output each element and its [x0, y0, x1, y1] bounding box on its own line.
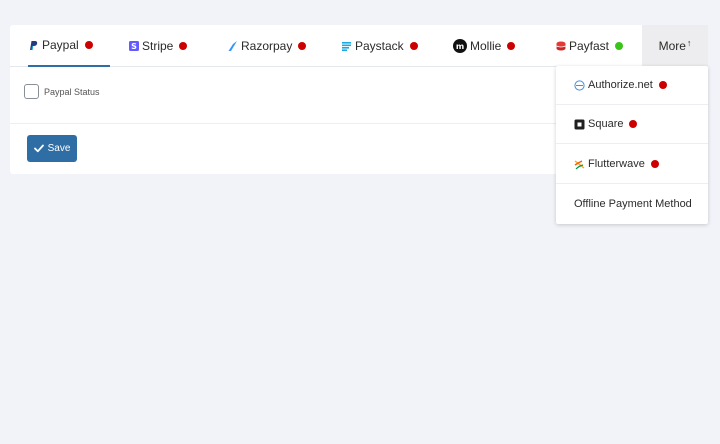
payfast-icon [555, 41, 566, 52]
menu-item-flutterwave[interactable]: Flutterwave [556, 145, 708, 184]
status-dot [629, 120, 638, 128]
status-dot [507, 42, 516, 50]
mollie-icon: m [453, 39, 467, 53]
payment-gateway-tabs: Paypal S Stripe Razorpay Paystack m Moll… [10, 25, 708, 67]
menu-item-label: Authorize.net [588, 79, 653, 91]
svg-text:S: S [131, 42, 137, 51]
tab-payfast[interactable]: Payfast [555, 25, 624, 67]
paypal-status-checkbox[interactable] [24, 84, 39, 99]
razorpay-icon [227, 41, 238, 52]
paypal-icon [28, 40, 39, 51]
menu-item-label: Square [588, 118, 624, 130]
flutterwave-icon [574, 159, 585, 170]
status-dot [650, 160, 659, 168]
menu-item-offline-payment[interactable]: Offline Payment Method [556, 184, 708, 223]
tab-label: Paypal [42, 38, 79, 52]
svg-text:m: m [456, 42, 464, 51]
tab-paystack[interactable]: Paystack [341, 25, 418, 67]
tab-label: Paystack [355, 39, 404, 53]
paystack-icon [341, 41, 352, 52]
status-dot [615, 42, 624, 50]
save-label: Save [47, 143, 71, 154]
menu-item-square[interactable]: Square [556, 105, 708, 144]
paypal-status-label: Paypal Status [44, 86, 100, 97]
square-icon [574, 119, 585, 130]
menu-item-label: Flutterwave [588, 158, 645, 170]
tab-mollie[interactable]: m Mollie [453, 25, 516, 67]
tab-stripe[interactable]: S Stripe [128, 25, 188, 67]
status-dot [658, 81, 667, 89]
check-icon [33, 144, 44, 153]
more-dropdown-menu: Authorize.net Square Flutterwave Offline… [556, 66, 708, 224]
tab-label: Razorpay [241, 39, 293, 53]
stripe-icon: S [128, 41, 139, 52]
menu-item-authorize-net[interactable]: Authorize.net [556, 66, 708, 105]
menu-item-label: Offline Payment Method [574, 197, 692, 210]
tab-razorpay[interactable]: Razorpay [227, 25, 307, 67]
tab-label: Stripe [142, 39, 174, 53]
status-row: Paypal Status [24, 84, 100, 99]
arrow-up-icon: ↑ [686, 37, 692, 48]
status-dot [179, 42, 188, 50]
save-button[interactable]: Save [27, 135, 77, 162]
status-dot [409, 42, 418, 50]
tab-label: Payfast [569, 39, 610, 53]
tab-label: Mollie [470, 39, 502, 53]
status-dot [298, 42, 307, 50]
authorize-net-icon [574, 79, 585, 91]
status-dot [84, 41, 93, 49]
more-label: More [658, 38, 686, 53]
tab-paypal[interactable]: Paypal [28, 25, 110, 67]
more-tabs-button[interactable]: More ↑ [642, 25, 708, 66]
